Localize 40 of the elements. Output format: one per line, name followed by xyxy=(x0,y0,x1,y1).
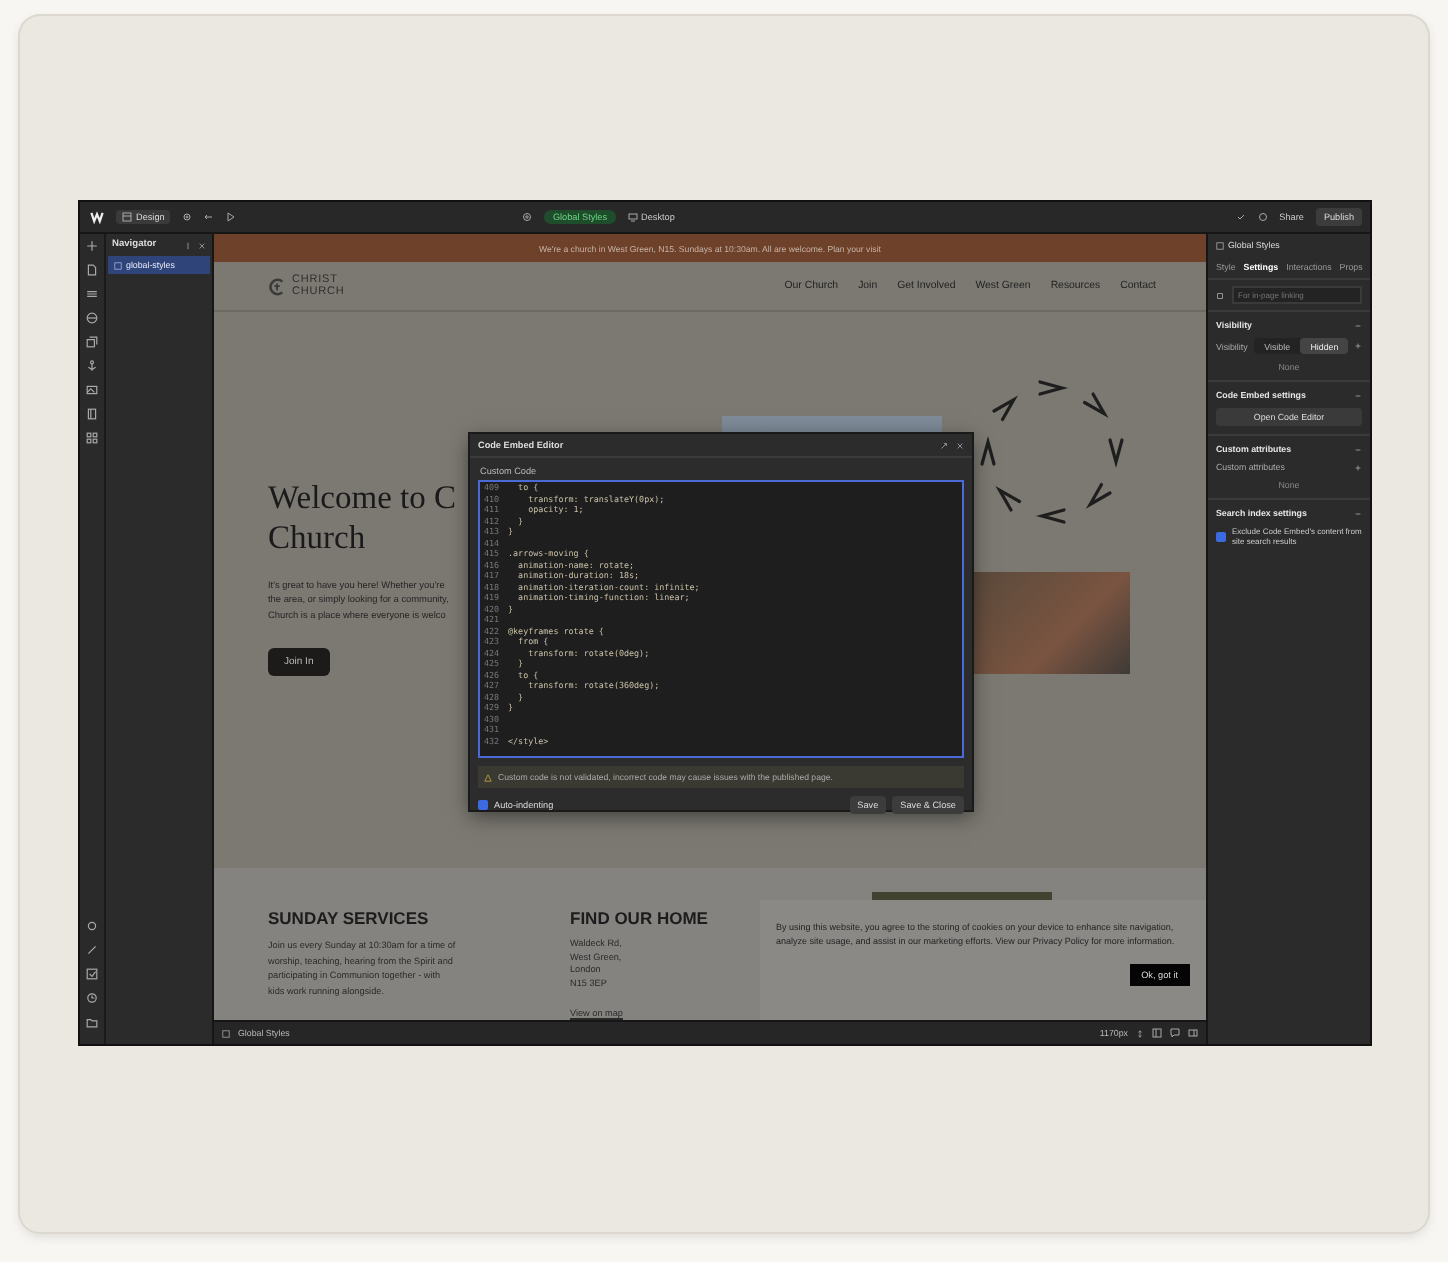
add-icon[interactable] xyxy=(1354,463,1362,471)
components-icon[interactable] xyxy=(86,336,98,348)
play-icon[interactable] xyxy=(226,212,237,222)
hero-title: Welcome to C xyxy=(268,478,456,518)
layout-icon[interactable] xyxy=(1152,1028,1162,1038)
add-icon[interactable] xyxy=(86,240,98,252)
checkbox[interactable] xyxy=(1216,531,1226,541)
apps-icon[interactable] xyxy=(86,432,98,444)
element-icon xyxy=(222,1029,230,1037)
book-icon[interactable] xyxy=(86,408,98,420)
logo-icon xyxy=(90,210,104,224)
warning-icon xyxy=(484,773,492,781)
element-icon xyxy=(114,261,122,269)
page-icon[interactable] xyxy=(86,264,98,276)
checklist-icon[interactable] xyxy=(86,968,98,980)
undo-icon[interactable] xyxy=(204,212,215,222)
layout-icon xyxy=(122,212,132,222)
close-icon[interactable] xyxy=(198,241,206,249)
hero-title: Church xyxy=(268,518,366,558)
expand-icon[interactable] xyxy=(940,441,948,449)
id-icon xyxy=(1216,291,1224,299)
comment-icon[interactable] xyxy=(1170,1028,1180,1038)
section-heading: FIND OUR HOME xyxy=(570,908,708,928)
desktop-icon xyxy=(627,212,638,222)
add-icon[interactable] xyxy=(1354,342,1362,350)
resize-icon[interactable] xyxy=(1136,1029,1144,1037)
logo-mark-icon xyxy=(268,277,286,295)
edit-icon[interactable] xyxy=(86,944,98,956)
section-heading: SUNDAY SERVICES xyxy=(268,908,429,928)
folder-icon[interactable] xyxy=(86,1016,98,1028)
checkbox[interactable] xyxy=(478,800,488,810)
layers-icon[interactable] xyxy=(86,288,98,300)
globe-icon[interactable] xyxy=(86,312,98,324)
element-icon xyxy=(1216,241,1224,249)
close-icon[interactable] xyxy=(956,441,964,449)
code-field[interactable] xyxy=(478,480,964,758)
gear-icon[interactable] xyxy=(182,212,193,222)
sidebar-icon[interactable] xyxy=(1188,1028,1198,1038)
image-icon[interactable] xyxy=(86,384,98,396)
history-icon[interactable] xyxy=(86,992,98,1004)
